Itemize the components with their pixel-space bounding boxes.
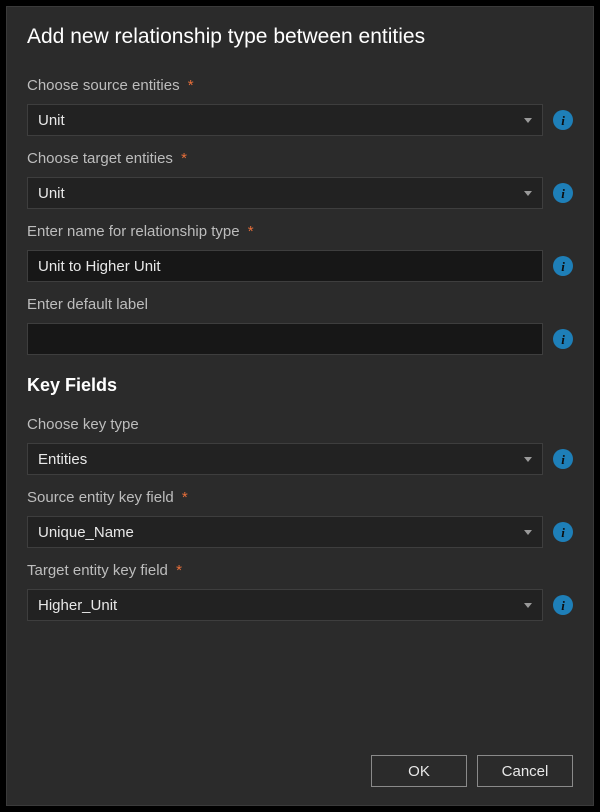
input-row: Entities xyxy=(27,443,573,475)
info-icon[interactable] xyxy=(553,183,573,203)
label-relationship-name: Enter name for relationship type * xyxy=(27,223,573,240)
field-relationship-name: Enter name for relationship type * Unit … xyxy=(27,223,573,282)
select-value: Unit xyxy=(38,185,65,202)
label-key-type: Choose key type xyxy=(27,416,573,433)
select-target-key[interactable]: Higher_Unit xyxy=(27,589,543,621)
label-text: Enter name for relationship type xyxy=(27,223,240,240)
select-value: Unit xyxy=(38,112,65,129)
input-value: Unit to Higher Unit xyxy=(38,258,161,275)
label-text: Target entity key field xyxy=(27,562,168,579)
info-icon[interactable] xyxy=(553,449,573,469)
select-target-entities[interactable]: Unit xyxy=(27,177,543,209)
dialog-footer: OK Cancel xyxy=(27,731,573,787)
select-value: Entities xyxy=(38,451,87,468)
dialog-title: Add new relationship type between entiti… xyxy=(27,25,573,49)
dialog-add-relationship-type: Add new relationship type between entiti… xyxy=(6,6,594,806)
select-source-entities[interactable]: Unit xyxy=(27,104,543,136)
required-mark: * xyxy=(188,77,194,94)
select-value: Unique_Name xyxy=(38,524,134,541)
select-source-key[interactable]: Unique_Name xyxy=(27,516,543,548)
label-default-label: Enter default label xyxy=(27,296,573,313)
cancel-button[interactable]: Cancel xyxy=(477,755,573,787)
info-icon[interactable] xyxy=(553,595,573,615)
field-default-label: Enter default label xyxy=(27,296,573,355)
label-text: Choose source entities xyxy=(27,77,180,94)
required-mark: * xyxy=(182,489,188,506)
select-key-type[interactable]: Entities xyxy=(27,443,543,475)
input-row: Unit xyxy=(27,177,573,209)
input-row xyxy=(27,323,573,355)
input-row: Unique_Name xyxy=(27,516,573,548)
info-icon[interactable] xyxy=(553,110,573,130)
required-mark: * xyxy=(248,223,254,240)
required-mark: * xyxy=(176,562,182,579)
label-text: Enter default label xyxy=(27,296,148,313)
field-target-key: Target entity key field * Higher_Unit xyxy=(27,562,573,621)
info-icon[interactable] xyxy=(553,522,573,542)
field-key-type: Choose key type Entities xyxy=(27,416,573,475)
info-icon[interactable] xyxy=(553,329,573,349)
label-target-entities: Choose target entities * xyxy=(27,150,573,167)
field-source-entities: Choose source entities * Unit xyxy=(27,77,573,136)
heading-key-fields: Key Fields xyxy=(27,375,573,396)
form-area: Choose source entities * Unit Choose tar… xyxy=(27,77,573,731)
info-icon[interactable] xyxy=(553,256,573,276)
label-text: Source entity key field xyxy=(27,489,174,506)
input-relationship-name[interactable]: Unit to Higher Unit xyxy=(27,250,543,282)
label-text: Choose key type xyxy=(27,416,139,433)
label-source-key: Source entity key field * xyxy=(27,489,573,506)
label-text: Choose target entities xyxy=(27,150,173,167)
required-mark: * xyxy=(181,150,187,167)
label-target-key: Target entity key field * xyxy=(27,562,573,579)
field-source-key: Source entity key field * Unique_Name xyxy=(27,489,573,548)
input-default-label[interactable] xyxy=(27,323,543,355)
label-source-entities: Choose source entities * xyxy=(27,77,573,94)
ok-button[interactable]: OK xyxy=(371,755,467,787)
input-row: Unit xyxy=(27,104,573,136)
input-row: Higher_Unit xyxy=(27,589,573,621)
select-value: Higher_Unit xyxy=(38,597,117,614)
field-target-entities: Choose target entities * Unit xyxy=(27,150,573,209)
input-row: Unit to Higher Unit xyxy=(27,250,573,282)
